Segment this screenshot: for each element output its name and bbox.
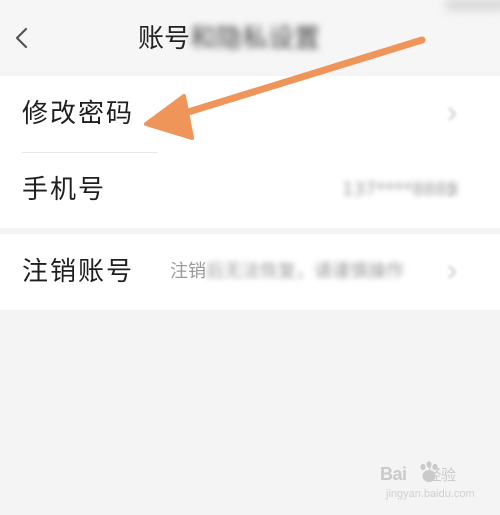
account-settings-group: 修改密码 手机号 137****8888 [0,76,500,228]
cancel-account-row[interactable]: 注销账号 注销后无法恢复，请谨慎操作 [0,234,500,310]
phone-label: 手机号 [22,175,107,205]
page-title-visible: 账号 [138,24,191,54]
paw-logo-icon [420,461,438,482]
watermark-url: jingyan.baidu.com [386,488,475,500]
baidu-jingyan-watermark: Bai 经验 jingyan.baidu.com [380,458,480,508]
obscured-header-element [446,0,500,10]
chevron-right-icon [442,262,462,282]
chevron-left-icon [15,27,28,49]
phone-value: 137****8888 [342,179,459,200]
cancel-account-label: 注销账号 [22,257,135,287]
nav-header: 账号和隐私设置 [0,0,500,72]
back-button[interactable] [8,22,36,54]
chevron-right-icon [442,104,462,124]
chevron-right-icon [442,180,462,200]
page-title-obscured: 和隐私设置 [190,24,321,54]
account-cancel-group: 注销账号 注销后无法恢复，请谨慎操作 [0,234,500,310]
page-title: 账号和隐私设置 [138,22,320,56]
phone-row[interactable]: 手机号 137****8888 [0,152,500,228]
change-password-label: 修改密码 [22,99,135,129]
change-password-row[interactable]: 修改密码 [0,76,500,152]
cancel-account-hint: 注销后无法恢复，请谨慎操作 [170,261,404,282]
